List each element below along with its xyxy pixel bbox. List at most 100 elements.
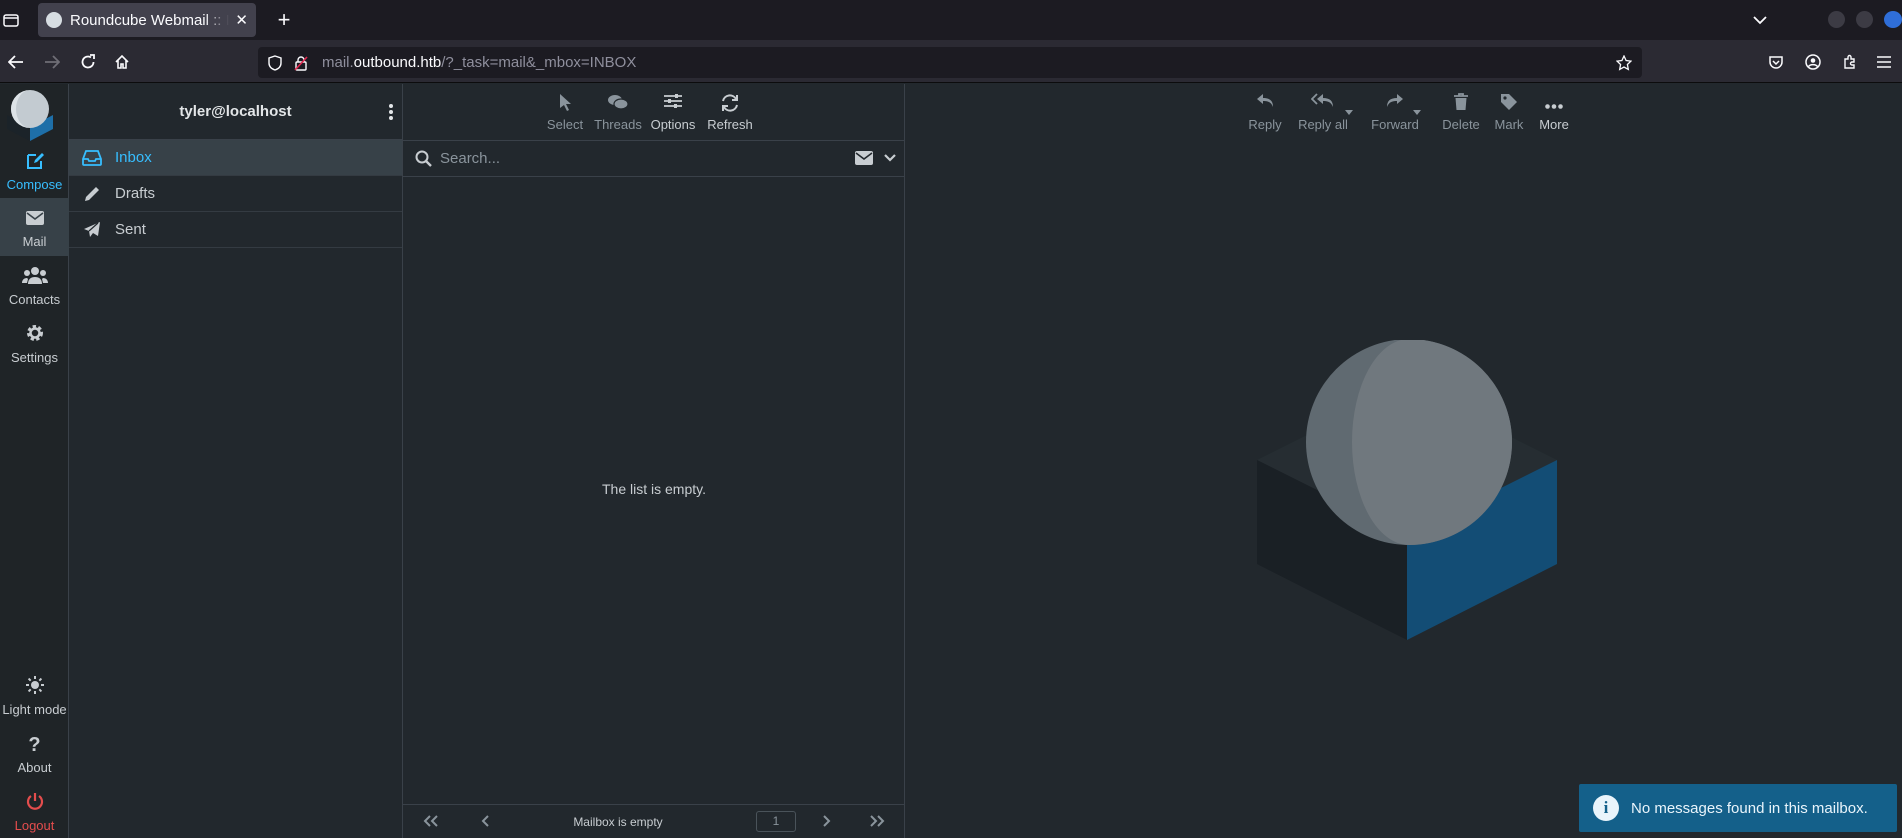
compose-button[interactable]: Compose — [0, 151, 69, 192]
url-text: mail.outbound.htb/?_task=mail&_mbox=INBO… — [322, 54, 636, 71]
sliders-icon — [648, 93, 698, 117]
search-scope-envelope-icon[interactable] — [855, 151, 873, 165]
folder-item-drafts[interactable]: Drafts — [69, 176, 402, 212]
light-mode-button[interactable]: Light mode — [0, 676, 69, 717]
url-path: /?_task=mail&_mbox=INBOX — [441, 54, 637, 71]
reply-all-icon — [1293, 93, 1353, 117]
reply-icon — [1243, 93, 1287, 117]
page-number-input[interactable]: 1 — [756, 811, 796, 832]
more-button[interactable]: More — [1532, 84, 1576, 140]
light-mode-label: Light mode — [2, 702, 67, 717]
back-icon[interactable] — [4, 50, 28, 74]
message-content-pane: Reply Reply all Forward Delete Mark More — [905, 84, 1902, 838]
browser-tab-roundcube[interactable]: Roundcube Webmail :: Inbox ✕ — [38, 3, 256, 37]
next-page-icon[interactable] — [823, 815, 831, 827]
about-label: About — [17, 760, 52, 775]
roundcube-watermark-logo — [1257, 339, 1559, 640]
account-icon[interactable] — [1801, 50, 1825, 74]
reply-all-dropdown-icon[interactable] — [1345, 110, 1353, 115]
folder-label-sent: Sent — [115, 221, 146, 238]
logout-button[interactable]: Logout — [0, 792, 69, 833]
forward-label: Forward — [1371, 117, 1419, 132]
browser-tab-bar: Roundcube Webmail :: Inbox ✕ + — [0, 0, 1902, 40]
folder-item-inbox[interactable]: Inbox — [69, 140, 402, 176]
refresh-label: Refresh — [707, 117, 753, 132]
reply-button[interactable]: Reply — [1243, 84, 1287, 140]
question-icon: ? — [28, 734, 41, 756]
threads-label: Threads — [594, 117, 642, 132]
task-menu: Compose Mail Contacts Settings Light mod… — [0, 84, 69, 838]
refresh-button[interactable]: Refresh — [703, 84, 757, 140]
reply-all-button[interactable]: Reply all — [1293, 84, 1353, 140]
select-label: Select — [546, 117, 584, 132]
folder-item-sent[interactable]: Sent — [69, 212, 402, 248]
close-tab-icon[interactable]: ✕ — [235, 11, 248, 29]
ellipsis-icon — [1532, 93, 1576, 117]
more-label: More — [1539, 117, 1569, 132]
roundcube-logo[interactable] — [3, 87, 57, 141]
compose-label: Compose — [6, 177, 63, 192]
last-page-icon[interactable] — [869, 815, 885, 827]
url-bar[interactable]: mail.outbound.htb/?_task=mail&_mbox=INBO… — [258, 47, 1642, 78]
paper-plane-icon — [81, 221, 103, 239]
notification-toast[interactable]: i No messages found in this mailbox. — [1579, 784, 1897, 832]
reply-label: Reply — [1248, 117, 1282, 132]
list-pager: Mailbox is empty 1 — [403, 804, 905, 838]
logout-label: Logout — [14, 818, 55, 833]
search-options-chevron-icon[interactable] — [884, 154, 896, 162]
maximize-window-icon[interactable] — [1856, 11, 1873, 28]
empty-list-message: The list is empty. — [602, 481, 706, 497]
reload-icon[interactable] — [76, 50, 100, 74]
info-icon: i — [1593, 795, 1619, 821]
shield-icon[interactable] — [268, 54, 282, 71]
contacts-button[interactable]: Contacts — [0, 266, 69, 307]
minimize-window-icon[interactable] — [1828, 11, 1845, 28]
mail-button[interactable]: Mail — [0, 198, 69, 256]
list-tabs-icon[interactable] — [1748, 8, 1772, 32]
search-input[interactable] — [440, 150, 840, 167]
pocket-icon[interactable] — [1764, 50, 1788, 74]
insecure-lock-icon[interactable] — [294, 55, 308, 71]
folder-label-drafts: Drafts — [115, 185, 156, 202]
contacts-label: Contacts — [8, 292, 61, 307]
new-tab-icon[interactable]: + — [272, 7, 296, 32]
pencil-icon — [81, 185, 103, 203]
mark-button[interactable]: Mark — [1487, 84, 1531, 140]
contacts-icon — [0, 266, 69, 288]
extensions-icon[interactable] — [1838, 50, 1862, 74]
menu-icon[interactable] — [1872, 50, 1896, 74]
folder-actions-menu-icon[interactable] — [386, 102, 396, 122]
bookmark-star-icon[interactable] — [1616, 54, 1632, 71]
select-button[interactable]: Select — [543, 84, 587, 140]
sun-icon — [0, 676, 69, 698]
refresh-icon — [703, 93, 757, 117]
envelope-icon — [0, 208, 69, 230]
options-label: Options — [650, 117, 696, 132]
compose-icon — [0, 151, 69, 173]
mail-label: Mail — [22, 234, 47, 249]
previous-page-icon[interactable] — [481, 815, 489, 827]
forward-icon[interactable] — [40, 50, 64, 74]
tab-overview-icon[interactable] — [0, 8, 22, 32]
power-icon — [0, 792, 69, 814]
settings-label: Settings — [11, 350, 58, 365]
account-name: tyler@localhost — [179, 103, 292, 120]
about-button[interactable]: ? About — [0, 734, 69, 775]
url-prefix: mail. — [322, 54, 354, 71]
tab-title: Roundcube Webmail :: Inbox — [70, 11, 230, 29]
mailbox-status: Mailbox is empty — [573, 815, 663, 829]
close-window-icon[interactable] — [1884, 11, 1902, 28]
first-page-icon[interactable] — [423, 815, 439, 827]
folder-pane: tyler@localhost Inbox Drafts Sent — [69, 84, 403, 838]
reply-all-label: Reply all — [1298, 117, 1348, 132]
threads-button[interactable]: Threads — [593, 84, 643, 140]
delete-label: Delete — [1442, 117, 1480, 132]
search-icon[interactable] — [415, 150, 432, 167]
settings-button[interactable]: Settings — [0, 324, 69, 365]
mark-label: Mark — [1494, 117, 1524, 132]
home-icon[interactable] — [110, 50, 134, 74]
options-button[interactable]: Options — [648, 84, 698, 140]
comments-icon — [593, 93, 643, 117]
delete-button[interactable]: Delete — [1437, 84, 1485, 140]
forward-dropdown-icon[interactable] — [1413, 110, 1421, 115]
